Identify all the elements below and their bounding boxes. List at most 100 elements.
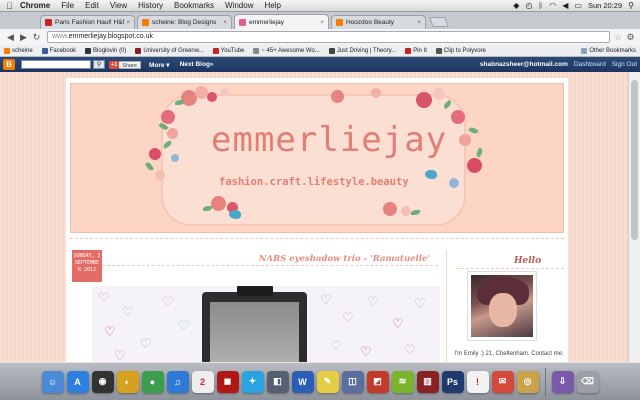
itunes-icon[interactable]: ♫ — [166, 370, 189, 393]
time-machine-icon[interactable]: ◴ — [525, 1, 532, 10]
tab-title: scheine: Blog Designs — [152, 19, 217, 26]
preview-icon[interactable]: ◧ — [266, 370, 289, 393]
finder-icon[interactable]: ☺ — [41, 370, 64, 393]
books-icon[interactable]: ▥ — [416, 370, 439, 393]
bookmark-item[interactable]: Pin It — [405, 47, 427, 54]
bookmark-label: Bloglovin (0) — [93, 47, 127, 54]
bookmark-label: scheine — [12, 47, 33, 54]
scrollbar-thumb[interactable] — [631, 80, 638, 240]
mac-menubar:  Chrome File Edit View History Bookmark… — [0, 0, 640, 12]
bluetooth-icon[interactable]: ᛒ — [538, 1, 543, 10]
next-blog-link[interactable]: Next Blog» — [180, 61, 214, 68]
browser-toolbar: ◀ ▶ ↻ www. emmerliejay.blogspot.co.uk ☆ ⚙ — [0, 29, 640, 45]
dashboard-icon[interactable]: ◉ — [91, 370, 114, 393]
compact-mirror — [210, 302, 299, 362]
post-image[interactable]: ♡ ♡ ♡ ♡ ♡ ♡ ♡ ♡ ♡ ♡ ♡ ♡ ♡ ♡ ♡ — [92, 286, 440, 362]
back-arrow-icon[interactable]: ◀ — [4, 32, 17, 43]
gplus-button[interactable]: +1 — [109, 60, 120, 69]
wifi-icon[interactable]: ◠ — [549, 1, 556, 10]
menu-window[interactable]: Window — [225, 1, 253, 10]
remote-icon[interactable]: ◩ — [366, 370, 389, 393]
bluebird-icon — [229, 210, 241, 219]
menu-help[interactable]: Help — [264, 1, 280, 10]
wrench-icon[interactable]: ⚙ — [625, 32, 636, 43]
post-title[interactable]: NARS eyeshadow trio - 'Ramatuelle' — [259, 254, 430, 264]
spotify-icon[interactable]: ≋ — [391, 370, 414, 393]
other-bookmarks-label: Other Bookmarks — [589, 47, 636, 54]
mac-dock: ☺ A ◉ ◐ ● ♫ 2 ◼ ✦ ◧ W ✎ ◫ ◩ ≋ ▥ Ps! ✉ ◎ ⇩ ⌫ — [0, 362, 640, 400]
address-bar[interactable]: www. emmerliejay.blogspot.co.uk — [47, 31, 610, 43]
battery-icon[interactable]: ▭ — [574, 1, 582, 10]
chrome-icon[interactable]: ● — [141, 370, 164, 393]
browser-tab-active[interactable]: emmerliejay × — [234, 14, 329, 29]
url-prefix: www. — [52, 33, 69, 40]
bookmark-item[interactable]: University of Greenw... — [135, 47, 204, 54]
bookmark-item[interactable]: scheine — [4, 47, 33, 54]
stickies-icon[interactable]: ✎ — [316, 370, 339, 393]
spotlight-icon[interactable]: ⚲ — [628, 1, 634, 10]
trash-icon[interactable]: ⌫ — [576, 370, 599, 393]
about-text: I'm Emily :) 21, Cheltenham. Contact me: — [454, 351, 564, 357]
mail-icon[interactable]: ✉ — [491, 370, 514, 393]
twitter-icon[interactable]: ✦ — [241, 370, 264, 393]
other-bookmarks[interactable]: Other Bookmarks — [581, 47, 636, 54]
menu-history[interactable]: History — [138, 1, 163, 10]
word-icon[interactable]: W — [291, 370, 314, 393]
blogger-navbar: B ⚲ +1 Share More ▾ Next Blog» shabnazsh… — [0, 57, 640, 72]
sidebar-heading: Hello — [514, 256, 542, 266]
bookmark-item[interactable]: Bloglovin (0) — [85, 47, 127, 54]
blog-header[interactable]: emmerliejay fashion.craft.lifestyle.beau… — [70, 83, 564, 233]
dashboard-link[interactable]: Dashboard — [574, 61, 606, 68]
share-button[interactable]: Share — [119, 60, 141, 69]
url-text: emmerliejay.blogspot.co.uk — [68, 33, 154, 40]
rings-icon[interactable]: ◎ — [516, 370, 539, 393]
dropbox-icon[interactable]: ◆ — [513, 1, 519, 10]
blogger-logo-icon[interactable]: B — [3, 59, 15, 70]
page-scrollbar[interactable] — [628, 72, 640, 362]
calendar-icon[interactable]: 2 — [191, 370, 214, 393]
page-icon — [253, 47, 260, 54]
blog-search-input[interactable] — [21, 60, 91, 69]
browser-tab[interactable]: scheine: Blog Designs × — [137, 15, 232, 29]
menu-view[interactable]: View — [110, 1, 127, 10]
iphoto-icon[interactable]: ◐ — [116, 370, 139, 393]
more-menu[interactable]: More ▾ — [149, 61, 170, 69]
reload-icon[interactable]: ↻ — [30, 32, 43, 43]
apple-icon[interactable]:  — [6, 1, 20, 11]
menu-edit[interactable]: Edit — [85, 1, 99, 10]
bookmark-item[interactable]: Clip to Polyvore — [435, 47, 486, 54]
bookmark-star-icon[interactable]: ☆ — [614, 32, 625, 43]
profile-photo[interactable] — [468, 272, 536, 340]
photo-booth-icon[interactable]: ◼ — [216, 370, 239, 393]
idea-icon[interactable]: ! — [466, 370, 489, 393]
image-capture-icon[interactable]: ◫ — [341, 370, 364, 393]
bookmark-item[interactable]: YouTube — [212, 47, 244, 54]
bookmark-item[interactable]: ~ 45+ Awesome Wo... — [253, 47, 320, 54]
photoshop-icon[interactable]: Ps — [441, 370, 464, 393]
downloads-icon[interactable]: ⇩ — [551, 370, 574, 393]
sign-out-link[interactable]: Sign Out — [612, 61, 637, 68]
menu-app[interactable]: Chrome — [20, 1, 50, 10]
bookmark-label: Facebook — [49, 47, 77, 54]
close-icon[interactable]: × — [223, 19, 227, 26]
bookmark-item[interactable]: Facebook — [41, 47, 77, 54]
post-header: NARS eyeshadow trio - 'Ramatuelle' — [102, 250, 438, 266]
close-icon[interactable]: × — [417, 19, 421, 26]
search-icon[interactable]: ⚲ — [93, 60, 105, 69]
app-store-icon[interactable]: A — [66, 370, 89, 393]
forward-arrow-icon[interactable]: ▶ — [17, 32, 30, 43]
bookmark-item[interactable]: Just Driving | Theory... — [328, 47, 396, 54]
date-line: SUNDAY, 2 — [73, 253, 101, 259]
menu-bookmarks[interactable]: Bookmarks — [174, 1, 214, 10]
browser-tab[interactable]: Hoozdoo Beauty × — [331, 15, 426, 29]
volume-icon[interactable]: ◀ — [562, 1, 568, 10]
bookmark-label: ~ 45+ Awesome Wo... — [261, 47, 320, 54]
menubar-clock[interactable]: Sun 20:29 — [588, 1, 622, 10]
close-icon[interactable]: × — [320, 19, 324, 26]
browser-tab[interactable]: Paris Fashion Haul! H&M, Za × — [40, 15, 135, 29]
menu-file[interactable]: File — [61, 1, 74, 10]
blog-title[interactable]: emmerliejay — [211, 120, 447, 160]
close-icon[interactable]: × — [126, 19, 130, 26]
new-tab-button[interactable] — [429, 17, 449, 27]
sidebar-divider — [446, 250, 447, 362]
